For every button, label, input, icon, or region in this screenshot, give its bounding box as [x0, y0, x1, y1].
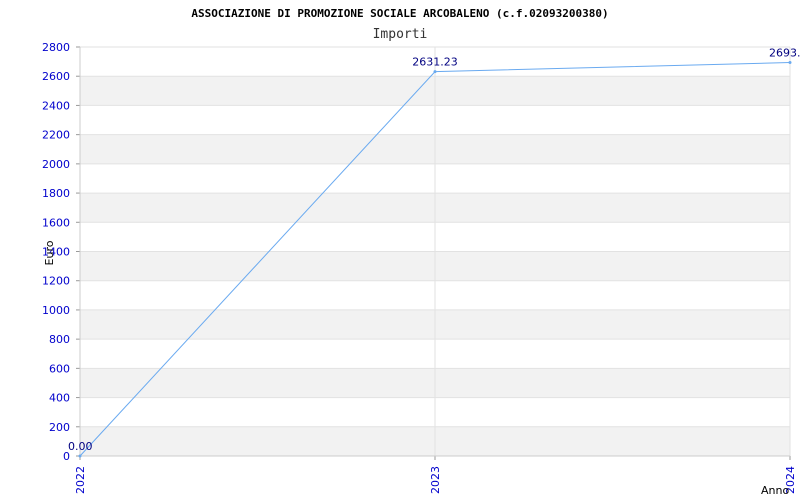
y-tick-label: 2400	[42, 99, 70, 112]
y-tick-label: 200	[49, 421, 70, 434]
y-tick-label: 1600	[42, 216, 70, 229]
chart-title: ASSOCIAZIONE DI PROMOZIONE SOCIALE ARCOB…	[191, 7, 608, 20]
y-axis-label: Euro	[43, 240, 56, 265]
x-tick-label: 2022	[74, 466, 87, 494]
line-chart: ASSOCIAZIONE DI PROMOZIONE SOCIALE ARCOB…	[42, 7, 800, 497]
x-axis: 2022 2023 2024	[74, 456, 797, 494]
y-tick-label: 600	[49, 362, 70, 375]
y-tick-label: 1000	[42, 304, 70, 317]
y-tick-label: 1800	[42, 187, 70, 200]
y-tick-label: 400	[49, 392, 70, 405]
chart-subtitle: Importi	[373, 27, 428, 42]
data-point	[78, 454, 82, 458]
data-label: 0.00	[68, 440, 93, 453]
y-tick-label: 800	[49, 333, 70, 346]
data-label: 2693.8	[769, 47, 800, 60]
x-tick-label: 2023	[429, 466, 442, 494]
data-point	[788, 61, 792, 65]
chart-container: ASSOCIAZIONE DI PROMOZIONE SOCIALE ARCOB…	[0, 0, 800, 500]
x-axis-label: Anno	[761, 484, 789, 497]
y-tick-label: 2800	[42, 41, 70, 54]
y-tick-label: 2600	[42, 70, 70, 83]
y-tick-label: 1200	[42, 275, 70, 288]
data-point	[433, 70, 437, 74]
data-label: 2631.23	[412, 56, 458, 69]
y-tick-label: 2000	[42, 158, 70, 171]
plot-background	[79, 46, 791, 457]
y-tick-label: 2200	[42, 129, 70, 142]
